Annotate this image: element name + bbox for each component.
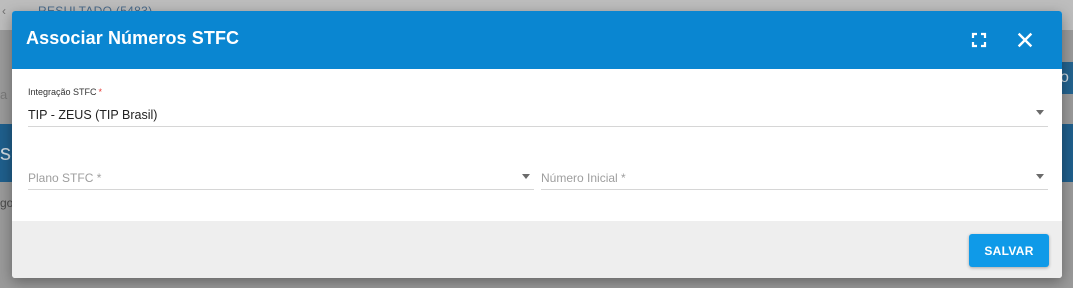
- chevron-down-icon[interactable]: [1036, 174, 1044, 179]
- numero-inicial-placeholder: Número Inicial *: [541, 171, 626, 185]
- plano-stfc-placeholder: Plano STFC *: [28, 171, 102, 185]
- dialog-header: Associar Números STFC: [12, 11, 1062, 69]
- background-text: a: [0, 87, 8, 102]
- field-underline: [28, 126, 1048, 127]
- associar-numeros-dialog: Associar Números STFC Integração STFC * T…: [12, 11, 1062, 278]
- save-button[interactable]: SALVAR: [969, 234, 1049, 267]
- chevron-down-icon[interactable]: [1036, 110, 1044, 115]
- required-mark: *: [98, 87, 103, 97]
- numero-inicial-select[interactable]: Número Inicial *: [541, 169, 1048, 193]
- chevron-down-icon[interactable]: [522, 174, 530, 179]
- integracao-stfc-select[interactable]: Integração STFC * TIP - ZEUS (TIP Brasil): [28, 87, 1048, 129]
- dialog-footer: SALVAR: [12, 221, 1062, 278]
- integracao-stfc-label: Integração STFC *: [28, 87, 102, 97]
- close-icon[interactable]: [1013, 28, 1037, 52]
- plano-stfc-select[interactable]: Plano STFC *: [28, 169, 534, 193]
- dialog-title: Associar Números STFC: [26, 28, 240, 48]
- background-tab-arrow: ‹: [2, 4, 6, 18]
- integracao-stfc-value: TIP - ZEUS (TIP Brasil): [28, 108, 158, 122]
- fullscreen-icon[interactable]: [967, 28, 991, 52]
- field-underline: [541, 189, 1048, 190]
- field-underline: [28, 189, 534, 190]
- integracao-stfc-label-text: Integração STFC: [28, 87, 97, 97]
